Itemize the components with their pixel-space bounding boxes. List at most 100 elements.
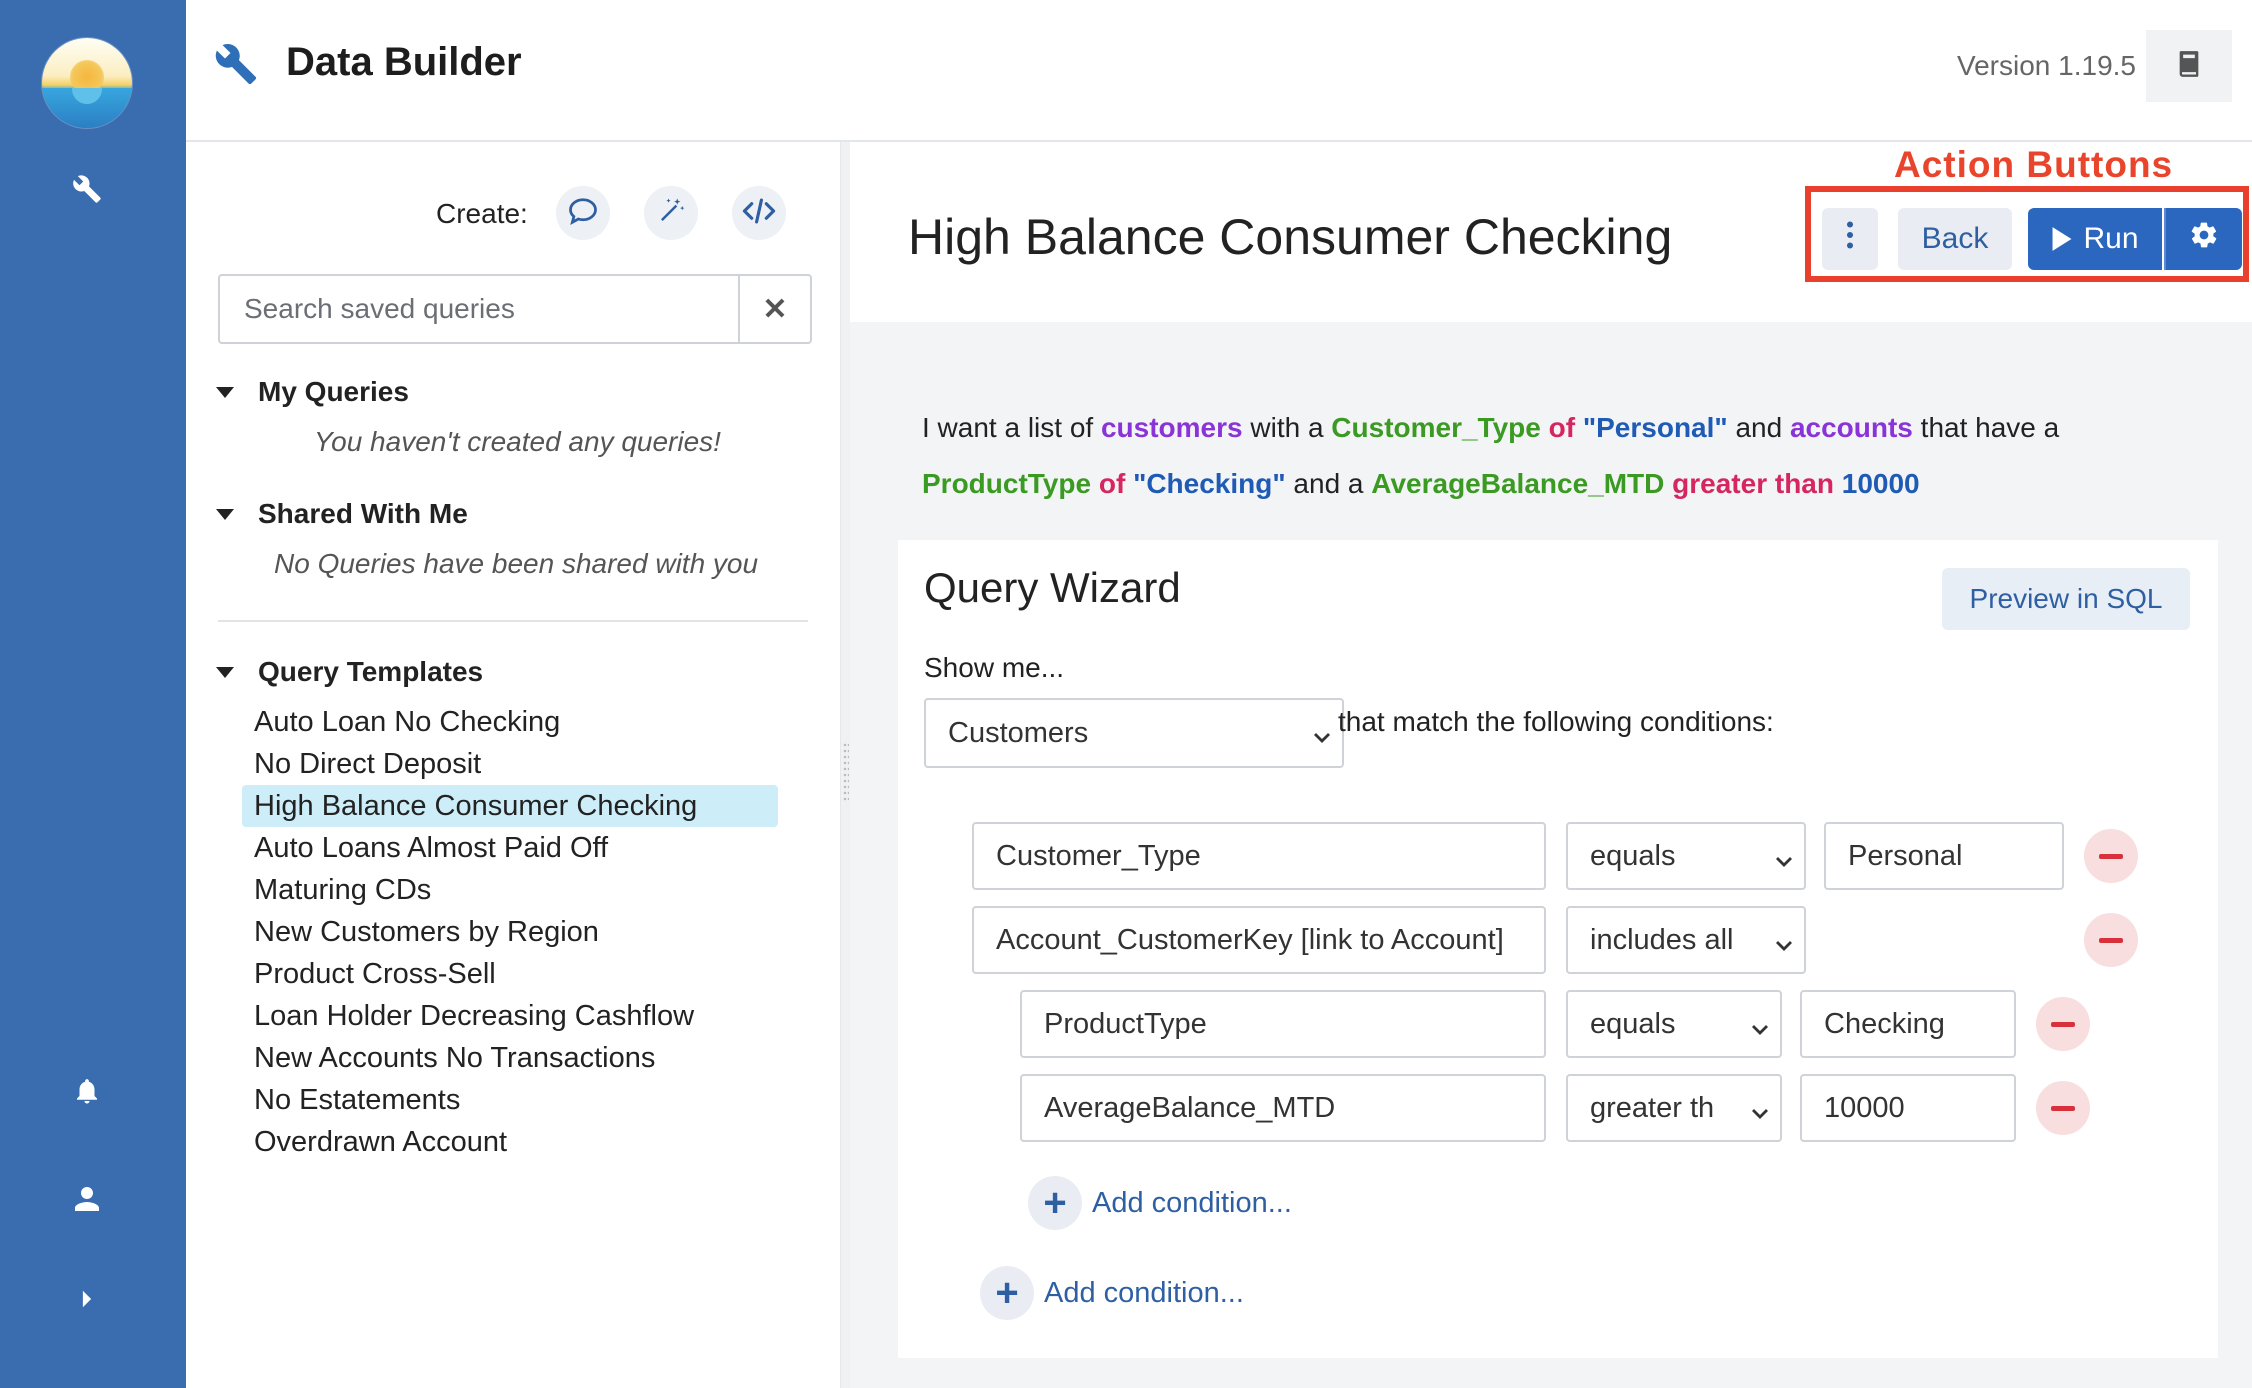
wrench-icon[interactable]	[66, 168, 108, 210]
top-header: Data Builder Version 1.19.5	[186, 0, 2252, 142]
entity-select-value: Customers	[948, 716, 1089, 749]
template-item[interactable]: Auto Loan No Checking	[242, 701, 778, 743]
app-logo[interactable]	[42, 38, 132, 128]
new-code-query-button[interactable]	[732, 186, 786, 240]
template-item[interactable]: No Direct Deposit	[242, 743, 778, 785]
condition-value-input[interactable]: 10000	[1800, 1074, 2016, 1142]
add-condition-label: Add condition...	[1092, 1186, 1292, 1219]
entity-token: accounts	[1789, 412, 1913, 443]
operator-token: of	[1091, 468, 1134, 499]
new-wizard-query-button[interactable]	[644, 186, 698, 240]
condition-operator-select[interactable]: includes all	[1566, 906, 1806, 974]
operator-value: greater th	[1590, 1091, 1715, 1124]
template-item[interactable]: Overdrawn Account	[242, 1121, 778, 1163]
plus-icon: +	[980, 1266, 1034, 1320]
entity-select[interactable]: Customers	[924, 698, 1344, 768]
run-button[interactable]: Run	[2028, 208, 2162, 270]
sentence-text: that have a	[1912, 412, 2060, 443]
code-icon	[742, 197, 776, 230]
show-me-label: Show me...	[924, 652, 1065, 683]
template-item[interactable]: Auto Loans Almost Paid Off	[242, 827, 778, 869]
add-condition-label: Add condition...	[1044, 1276, 1244, 1309]
divider	[218, 620, 808, 622]
condition-field[interactable]: AverageBalance_MTD	[1020, 1074, 1546, 1142]
user-icon[interactable]	[66, 1178, 108, 1220]
sentence-text: with a	[1242, 412, 1332, 443]
caret-right-icon[interactable]	[66, 1278, 108, 1320]
template-item[interactable]: Maturing CDs	[242, 869, 778, 911]
add-nested-condition-button[interactable]: + Add condition...	[1028, 1176, 1292, 1230]
drag-handle-icon[interactable]	[843, 742, 849, 802]
preview-sql-button[interactable]: Preview in SQL	[1942, 568, 2190, 630]
chat-bubble-icon	[568, 197, 598, 230]
settings-button[interactable]	[2164, 208, 2242, 270]
remove-condition-button[interactable]	[2036, 1081, 2090, 1135]
remove-condition-button[interactable]	[2084, 829, 2138, 883]
query-wizard: Query Wizard Preview in SQL Show me... C…	[898, 540, 2218, 1358]
field-token: Customer_Type	[1331, 412, 1541, 443]
field-token: AverageBalance_MTD	[1371, 468, 1665, 499]
my-queries-title: My Queries	[258, 376, 409, 407]
field-token: ProductType	[922, 468, 1092, 499]
condition-value-input[interactable]: Personal	[1824, 822, 2064, 890]
condition-operator-select[interactable]: equals	[1566, 822, 1806, 890]
remove-condition-button[interactable]	[2084, 913, 2138, 967]
template-item[interactable]: New Customers by Region	[242, 911, 778, 953]
minus-icon	[2051, 1021, 2075, 1027]
operator-token: greater than	[1664, 468, 1842, 499]
bell-icon[interactable]	[66, 1070, 108, 1112]
operator-value: equals	[1590, 1007, 1676, 1040]
chevron-down-icon	[1774, 930, 1794, 963]
value-token: "Checking"	[1133, 468, 1286, 499]
template-item[interactable]: No Estatements	[242, 1079, 778, 1121]
operator-token: of	[1540, 412, 1583, 443]
value-token: 10000	[1841, 468, 1920, 499]
caret-down-icon	[216, 666, 234, 678]
my-queries-toggle[interactable]: My Queries	[216, 376, 409, 408]
new-chat-query-button[interactable]	[556, 186, 610, 240]
query-templates-toggle[interactable]: Query Templates	[216, 656, 483, 688]
play-icon	[2051, 226, 2073, 252]
condition-field[interactable]: Customer_Type	[972, 822, 1546, 890]
condition-field[interactable]: ProductType	[1020, 990, 1546, 1058]
plus-icon: +	[1028, 1176, 1082, 1230]
template-item[interactable]: New Accounts No Transactions	[242, 1037, 778, 1079]
entity-token: customers	[1100, 412, 1243, 443]
template-item-active[interactable]: High Balance Consumer Checking	[242, 785, 778, 827]
close-icon: ✕	[762, 292, 788, 326]
caret-down-icon	[216, 386, 234, 398]
main-panel: High Balance Consumer Checking Action Bu…	[850, 142, 2252, 1388]
sentence-text: and	[1727, 412, 1790, 443]
template-item[interactable]: Loan Holder Decreasing Cashflow	[242, 995, 778, 1037]
clear-search-button[interactable]: ✕	[738, 276, 810, 342]
query-title-bar: High Balance Consumer Checking Action Bu…	[850, 142, 2252, 322]
condition-operator-select[interactable]: equals	[1566, 990, 1782, 1058]
create-label: Create:	[436, 198, 528, 229]
sentence-text: I want a list of	[922, 412, 1101, 443]
chevron-down-icon	[1750, 1014, 1770, 1047]
sentence-text: and a	[1285, 468, 1372, 499]
chevron-down-icon	[1312, 722, 1332, 755]
shared-with-me-title: Shared With Me	[258, 498, 468, 529]
more-options-button[interactable]	[1822, 208, 1878, 270]
back-button[interactable]: Back	[1898, 208, 2012, 270]
gear-icon	[2189, 220, 2219, 258]
condition-value-input[interactable]: Checking	[1800, 990, 2016, 1058]
template-item[interactable]: Product Cross-Sell	[242, 953, 778, 995]
minus-icon	[2099, 853, 2123, 859]
magic-wand-icon	[656, 196, 686, 231]
vertical-ellipsis-icon	[1846, 221, 1854, 257]
add-condition-button[interactable]: + Add condition...	[980, 1266, 1244, 1320]
chevron-down-icon	[1750, 1098, 1770, 1131]
shared-with-me-toggle[interactable]: Shared With Me	[216, 498, 468, 530]
remove-condition-button[interactable]	[2036, 997, 2090, 1051]
query-title: High Balance Consumer Checking	[908, 209, 1673, 265]
condition-operator-select[interactable]: greater th	[1566, 1074, 1782, 1142]
my-queries-empty: You haven't created any queries!	[314, 426, 721, 457]
minus-icon	[2051, 1105, 2075, 1111]
chevron-down-icon	[1774, 846, 1794, 879]
condition-field[interactable]: Account_CustomerKey [link to Account]	[972, 906, 1546, 974]
search-input[interactable]	[220, 276, 740, 342]
operator-value: includes all	[1590, 923, 1734, 956]
docs-button[interactable]	[2146, 30, 2232, 102]
